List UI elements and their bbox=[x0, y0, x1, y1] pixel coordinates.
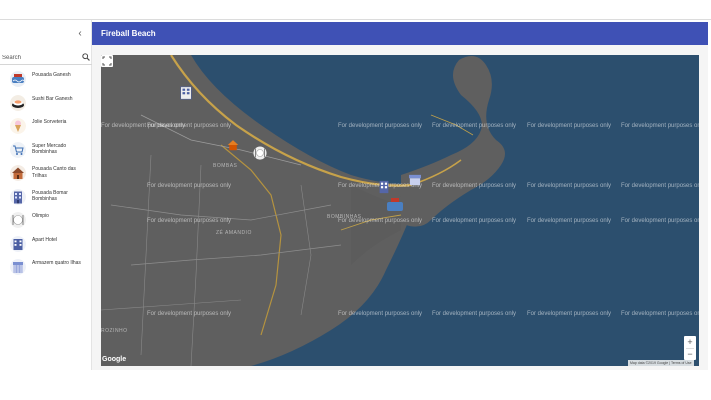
list-item-label: Apart Hotel bbox=[32, 236, 58, 243]
ice-cream-icon bbox=[10, 118, 26, 134]
house-icon bbox=[10, 165, 26, 181]
list-item-label: Armazem quatro Ilhas bbox=[32, 260, 81, 266]
place-list: Pousada Ganesh Sushi Bar Ganesh Jolie So… bbox=[0, 68, 92, 280]
search-icon[interactable] bbox=[82, 53, 90, 61]
page-title: Fireball Beach bbox=[101, 29, 156, 38]
watermark-text: For development purposes only bbox=[432, 218, 517, 224]
list-item[interactable]: Pousada Bomar Bombinhas bbox=[0, 186, 92, 208]
sushi-icon bbox=[10, 94, 26, 111]
list-item[interactable]: Armazem quatro Ilhas bbox=[0, 256, 92, 278]
watermark-text: For development purposes only bbox=[147, 123, 232, 129]
district-label: ZÉ AMANDIO bbox=[216, 230, 252, 236]
list-item-label: Pousada Bomar Bombinhas bbox=[32, 189, 68, 203]
district-label: BOMBAS bbox=[213, 163, 238, 169]
watermark-text: For development purposes only bbox=[621, 218, 699, 224]
search-input[interactable] bbox=[2, 52, 78, 64]
watermark-text: For development purposes only bbox=[527, 218, 612, 224]
watermark-text: For development purposes only bbox=[527, 123, 612, 129]
chevron-left-icon[interactable]: ‹ bbox=[74, 28, 86, 40]
watermark-text: For development purposes only bbox=[621, 123, 699, 129]
watermark-text: For development purposes only bbox=[621, 311, 699, 317]
watermark-text: For development purposes only bbox=[432, 123, 517, 129]
app-header: Fireball Beach bbox=[92, 22, 708, 45]
list-item[interactable]: Olimpio bbox=[0, 209, 92, 231]
watermark-text: For development purposes only bbox=[147, 183, 232, 189]
watermark-text: For development purposes only bbox=[147, 311, 232, 317]
map-view[interactable]: For development purposes only For develo… bbox=[101, 55, 699, 366]
sidebar: ‹ Pousada Ganesh Sushi Bar Ganesh bbox=[0, 20, 92, 370]
building-icon bbox=[10, 188, 26, 205]
watermark-text: For development purposes only bbox=[338, 311, 423, 317]
pool-marker-icon[interactable] bbox=[386, 198, 404, 212]
house-marker-icon[interactable] bbox=[227, 139, 239, 151]
fullscreen-icon[interactable] bbox=[101, 55, 113, 67]
restaurant-marker-icon[interactable] bbox=[253, 146, 267, 160]
list-item-label: Sushi Bar Ganesh bbox=[32, 95, 73, 102]
store-icon bbox=[10, 259, 26, 275]
shopping-cart-icon bbox=[10, 141, 26, 158]
list-item-label: Super Mercado Bombinhas bbox=[32, 142, 67, 156]
watermark-text: For development purposes only bbox=[338, 123, 423, 129]
restaurant-icon bbox=[10, 212, 26, 228]
store-marker-icon[interactable] bbox=[408, 174, 422, 186]
zoom-in-button[interactable]: + bbox=[684, 336, 696, 348]
district-label: ROZINHO bbox=[101, 328, 128, 334]
hotel-icon bbox=[10, 235, 26, 252]
list-item-label: Olimpio bbox=[32, 213, 49, 219]
list-item-label: Jolie Sorveteria bbox=[32, 119, 67, 125]
list-item[interactable]: Pousada Canto das Trilhas bbox=[0, 162, 92, 184]
top-divider bbox=[0, 19, 711, 20]
watermark-text: For development purposes only bbox=[432, 183, 517, 189]
watermark-text: For development purposes only bbox=[432, 311, 517, 317]
list-item[interactable]: Jolie Sorveteria bbox=[0, 115, 92, 137]
map-attribution[interactable]: Map data ©2019 Google | Terms of Use bbox=[628, 360, 694, 366]
zoom-control: + − bbox=[684, 336, 696, 360]
hotel-marker-icon[interactable] bbox=[179, 86, 193, 100]
list-item[interactable]: Sushi Bar Ganesh bbox=[0, 92, 92, 114]
watermark-text: For development purposes only bbox=[147, 218, 232, 224]
building-marker-icon[interactable] bbox=[377, 180, 391, 194]
watermark-text: For development purposes only bbox=[621, 183, 699, 189]
list-item[interactable]: Apart Hotel bbox=[0, 233, 92, 255]
zoom-out-button[interactable]: − bbox=[684, 348, 696, 360]
list-item[interactable]: Pousada Ganesh bbox=[0, 68, 92, 90]
google-logo: Google bbox=[102, 356, 127, 363]
watermark-text: For development purposes only bbox=[527, 183, 612, 189]
search-bar bbox=[0, 51, 92, 65]
district-label: BOMBINHAS bbox=[327, 214, 362, 220]
list-item[interactable]: Super Mercado Bombinhas bbox=[0, 139, 92, 161]
list-item-label: Pousada Ganesh bbox=[32, 72, 71, 78]
list-item-label: Pousada Canto das Trilhas bbox=[32, 166, 76, 179]
watermark-text: For development purposes only bbox=[527, 311, 612, 317]
pool-icon bbox=[10, 71, 26, 87]
